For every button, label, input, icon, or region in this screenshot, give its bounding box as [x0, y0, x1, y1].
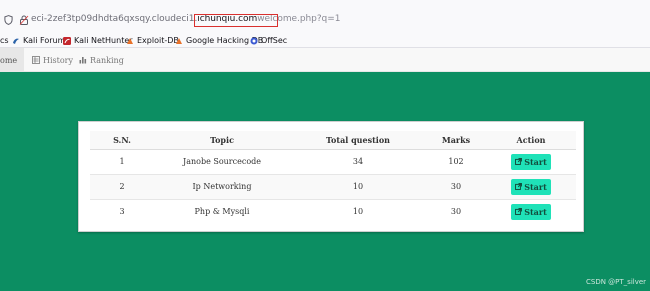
header-action: Action: [486, 131, 576, 150]
list-icon: [32, 56, 40, 64]
header-total-question: Total question: [290, 131, 426, 150]
header-topic: Topic: [154, 131, 290, 150]
bookmark-kali-forums[interactable]: Kali Forums: [12, 34, 70, 47]
table-header-row: S.N. Topic Total question Marks Action: [90, 131, 576, 150]
cell-sn: 2: [90, 173, 154, 199]
bookmark-kali-nethunter[interactable]: Kali NetHunter: [63, 34, 133, 47]
start-button-label: Start: [524, 181, 547, 192]
header-sn: S.N.: [90, 131, 154, 150]
url-text[interactable]: eci-2zef3tp09dhdta6qxsqy.cloudeci1.ichun…: [31, 14, 340, 24]
nav-ranking[interactable]: Ranking: [79, 48, 124, 72]
start-button-label: Start: [524, 156, 547, 167]
cell-action: Start: [486, 148, 576, 174]
kali-nethunter-icon: [63, 36, 71, 45]
nav-ranking-label: Ranking: [90, 55, 124, 65]
site-navbar: ome History Ranking: [0, 48, 650, 72]
bookmark-exploit-db[interactable]: Exploit-DB: [126, 34, 179, 47]
cell-action: Start: [486, 198, 576, 224]
nav-home-label: ome: [0, 55, 18, 65]
bookmark-label: Kali NetHunter: [74, 36, 133, 45]
cell-marks: 102: [426, 148, 486, 174]
cell-topic: Php & Mysqli: [154, 198, 290, 224]
offsec-icon: [250, 37, 258, 44]
bookmark-partial[interactable]: cs: [0, 34, 9, 47]
table-row: 1 Janobe Sourcecode 34 102 Start: [90, 148, 576, 174]
address-bar[interactable]: eci-2zef3tp09dhdta6qxsqy.cloudeci1.ichun…: [0, 0, 650, 33]
bookmark-label: OffSec: [261, 36, 288, 45]
header-marks: Marks: [426, 131, 486, 150]
bookmark-label: Exploit-DB: [137, 36, 179, 45]
cell-action: Start: [486, 173, 576, 199]
cell-total: 10: [290, 198, 426, 224]
quiz-panel: S.N. Topic Total question Marks Action 1…: [78, 121, 584, 232]
cell-topic: Janobe Sourcecode: [154, 148, 290, 174]
quiz-table: S.N. Topic Total question Marks Action 1…: [90, 131, 576, 224]
exploit-db-icon: [127, 37, 133, 44]
url-highlight-box: [194, 14, 278, 27]
start-button[interactable]: Start: [511, 153, 551, 170]
nav-history[interactable]: History: [32, 48, 73, 72]
bookmark-offsec[interactable]: OffSec: [250, 34, 287, 47]
bookmarks-bar: cs Kali Forums Kali NetHunter Exploit-DB…: [0, 33, 650, 48]
ghdb-icon: [176, 37, 182, 44]
start-button[interactable]: Start: [511, 178, 551, 195]
table-row: 3 Php & Mysqli 10 30 Start: [90, 198, 576, 224]
start-button[interactable]: Start: [511, 203, 551, 220]
cell-marks: 30: [426, 173, 486, 199]
start-button-label: Start: [524, 206, 547, 217]
bookmark-partial-label: cs: [0, 36, 9, 45]
cell-sn: 3: [90, 198, 154, 224]
nav-history-label: History: [43, 55, 74, 65]
cell-topic: Ip Networking: [154, 173, 290, 199]
cell-marks: 30: [426, 198, 486, 224]
external-link-icon: [515, 183, 523, 190]
cell-total: 34: [290, 148, 426, 174]
url-prefix: eci-2zef3tp09dhdta6qxsqy.cloudeci1.: [31, 14, 198, 24]
table-row: 2 Ip Networking 10 30 Start: [90, 173, 576, 199]
cell-sn: 1: [90, 148, 154, 174]
kali-forums-icon: [13, 38, 19, 44]
nav-home[interactable]: ome: [0, 48, 24, 72]
external-link-icon: [515, 158, 523, 165]
cell-total: 10: [290, 173, 426, 199]
lock-icon[interactable]: [19, 15, 29, 25]
shield-icon[interactable]: [4, 15, 13, 25]
bar-chart-icon: [79, 57, 87, 64]
external-link-icon: [515, 208, 523, 216]
watermark: CSDN @PT_silver: [586, 278, 647, 286]
